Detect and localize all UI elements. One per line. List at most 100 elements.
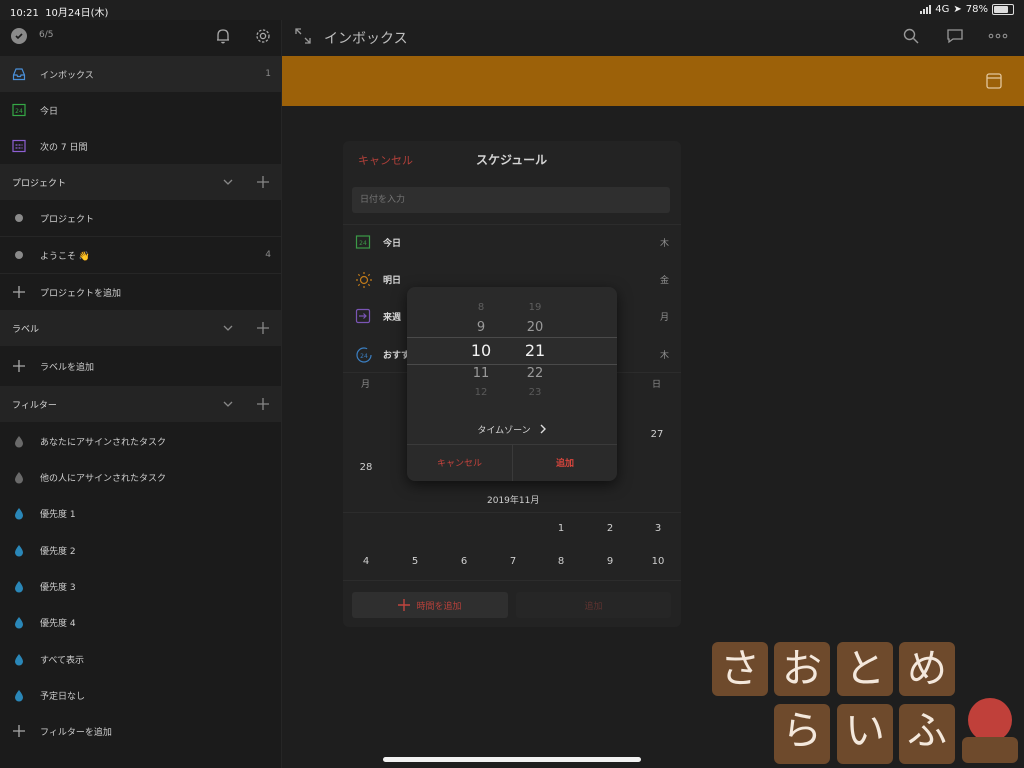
minute-wheel-item[interactable]: 20 bbox=[515, 320, 555, 335]
date-input[interactable] bbox=[352, 187, 670, 213]
comment-icon[interactable] bbox=[946, 27, 964, 49]
plus-icon bbox=[12, 724, 26, 738]
battery-percent: 78% bbox=[965, 4, 988, 15]
chevron-down-icon[interactable] bbox=[220, 396, 236, 412]
chevron-down-icon[interactable] bbox=[220, 320, 236, 336]
schedule-add-button[interactable]: 追加 bbox=[516, 592, 671, 618]
plus-icon bbox=[12, 285, 26, 299]
calendar-day[interactable]: 28 bbox=[351, 462, 381, 473]
plus-icon bbox=[12, 359, 26, 373]
add-label-button[interactable]: ラベルを追加 bbox=[0, 348, 281, 384]
calendar-24-icon: 24 bbox=[355, 234, 371, 250]
calendar-day[interactable]: 2 bbox=[595, 523, 625, 534]
plus-icon bbox=[398, 599, 411, 611]
svg-text:24: 24 bbox=[360, 353, 368, 360]
status-right: 4G ➤ 78% bbox=[920, 4, 1014, 15]
calendar-week-icon bbox=[12, 139, 26, 153]
drop-icon bbox=[12, 506, 26, 520]
arrow-box-icon bbox=[355, 308, 371, 324]
sidebar-item-inbox[interactable]: インボックス 1 bbox=[0, 56, 281, 92]
add-label-plus-icon[interactable] bbox=[255, 320, 271, 336]
add-task-fab[interactable] bbox=[968, 698, 1012, 742]
calendar-day[interactable]: 6 bbox=[449, 556, 479, 567]
svg-text:24: 24 bbox=[359, 240, 367, 247]
add-project-button[interactable]: プロジェクトを追加 bbox=[0, 274, 281, 310]
watermark-char: ら bbox=[774, 704, 830, 764]
watermark-char: ふ bbox=[899, 704, 955, 764]
hour-wheel-item[interactable]: 9 bbox=[461, 320, 501, 335]
weekday-sun: 日 bbox=[652, 380, 662, 390]
add-filter-button[interactable]: フィルターを追加 bbox=[0, 713, 281, 749]
sidebar-item-welcome[interactable]: ようこそ 👋 4 bbox=[0, 237, 281, 273]
calendar-day[interactable]: 3 bbox=[643, 523, 673, 534]
picker-add-button[interactable]: 追加 bbox=[513, 456, 617, 469]
sidebar-filter-item[interactable]: 優先度 4 bbox=[0, 604, 281, 640]
calendar-day[interactable]: 10 bbox=[643, 556, 673, 567]
calendar-day[interactable]: 5 bbox=[400, 556, 430, 567]
sidebar-item-today[interactable]: 24 今日 bbox=[0, 92, 281, 128]
watermark-char: と bbox=[837, 642, 893, 696]
inbox-icon bbox=[12, 67, 26, 81]
projects-header[interactable]: プロジェクト bbox=[0, 164, 281, 200]
clock-24-icon: 24 bbox=[355, 346, 372, 363]
add-project-plus-icon[interactable] bbox=[255, 174, 271, 190]
minute-wheel-item[interactable]: 22 bbox=[515, 366, 555, 381]
project-dot-icon bbox=[15, 251, 23, 259]
svg-text:24: 24 bbox=[15, 108, 23, 115]
minute-wheel-item[interactable]: 21 bbox=[515, 341, 555, 360]
expand-icon[interactable] bbox=[294, 27, 312, 49]
bell-icon[interactable] bbox=[214, 27, 232, 49]
sidebar-filter-item[interactable]: 優先度 1 bbox=[0, 495, 281, 531]
sidebar-item-project[interactable]: プロジェクト bbox=[0, 200, 281, 236]
signal-icon bbox=[920, 5, 932, 14]
hour-wheel-item[interactable]: 10 bbox=[461, 341, 501, 360]
sidebar-filter-item[interactable]: 優先度 3 bbox=[0, 568, 281, 604]
month-label: 2019年11月 bbox=[487, 496, 540, 506]
option-today[interactable]: 24 今日 木 bbox=[343, 224, 681, 260]
project-dot-icon bbox=[15, 214, 23, 222]
add-time-button[interactable]: 時間を追加 bbox=[352, 592, 508, 618]
hour-wheel-item[interactable]: 8 bbox=[461, 302, 501, 313]
schedule-title: スケジュール bbox=[476, 153, 548, 167]
project-banner bbox=[282, 56, 1024, 106]
calendar-day[interactable]: 1 bbox=[546, 523, 576, 534]
timezone-row[interactable]: タイムゾーン bbox=[407, 418, 617, 440]
battery-icon bbox=[992, 4, 1014, 15]
calendar-day[interactable]: 8 bbox=[546, 556, 576, 567]
watermark-char: さ bbox=[712, 642, 768, 696]
more-icon[interactable] bbox=[988, 27, 1008, 49]
sidebar-item-next7[interactable]: 次の 7 日間 bbox=[0, 128, 281, 164]
hour-wheel-item[interactable]: 12 bbox=[461, 387, 501, 398]
add-filter-plus-icon[interactable] bbox=[255, 396, 271, 412]
minute-wheel-item[interactable]: 19 bbox=[515, 302, 555, 313]
status-bar: 10:21 10月24日(木) 4G ➤ 78% bbox=[0, 0, 1024, 20]
sidebar-filter-item[interactable]: すべて表示 bbox=[0, 641, 281, 677]
home-indicator[interactable] bbox=[383, 757, 641, 762]
karma-check-icon[interactable] bbox=[11, 28, 27, 44]
calendar-box-icon[interactable] bbox=[985, 72, 1003, 94]
sidebar-filter-item[interactable]: 予定日なし bbox=[0, 677, 281, 713]
labels-header[interactable]: ラベル bbox=[0, 310, 281, 346]
picker-selection-band bbox=[407, 337, 617, 365]
drop-icon bbox=[12, 543, 26, 557]
picker-cancel-button[interactable]: キャンセル bbox=[407, 456, 512, 469]
network-type: 4G bbox=[935, 4, 950, 15]
calendar-day[interactable]: 27 bbox=[642, 429, 672, 440]
watermark-char: め bbox=[899, 642, 955, 696]
drop-icon bbox=[12, 470, 26, 484]
filters-header[interactable]: フィルター bbox=[0, 386, 281, 422]
watermark-char: お bbox=[774, 642, 830, 696]
schedule-cancel-button[interactable]: キャンセル bbox=[358, 152, 413, 168]
sidebar: 6/5 インボックス 1 24 今日 次の 7 日間 プロジェクト プロジェクト bbox=[0, 20, 282, 768]
minute-wheel-item[interactable]: 23 bbox=[515, 387, 555, 398]
calendar-day[interactable]: 7 bbox=[498, 556, 528, 567]
gear-icon[interactable] bbox=[254, 27, 272, 49]
search-icon[interactable] bbox=[902, 27, 920, 49]
chevron-down-icon[interactable] bbox=[220, 174, 236, 190]
hour-wheel-item[interactable]: 11 bbox=[461, 366, 501, 381]
sidebar-filter-item[interactable]: 他の人にアサインされたタスク bbox=[0, 459, 281, 495]
sidebar-filter-item[interactable]: あなたにアサインされたタスク bbox=[0, 423, 281, 459]
calendar-day[interactable]: 9 bbox=[595, 556, 625, 567]
sidebar-filter-item[interactable]: 優先度 2 bbox=[0, 532, 281, 568]
calendar-day[interactable]: 4 bbox=[351, 556, 381, 567]
